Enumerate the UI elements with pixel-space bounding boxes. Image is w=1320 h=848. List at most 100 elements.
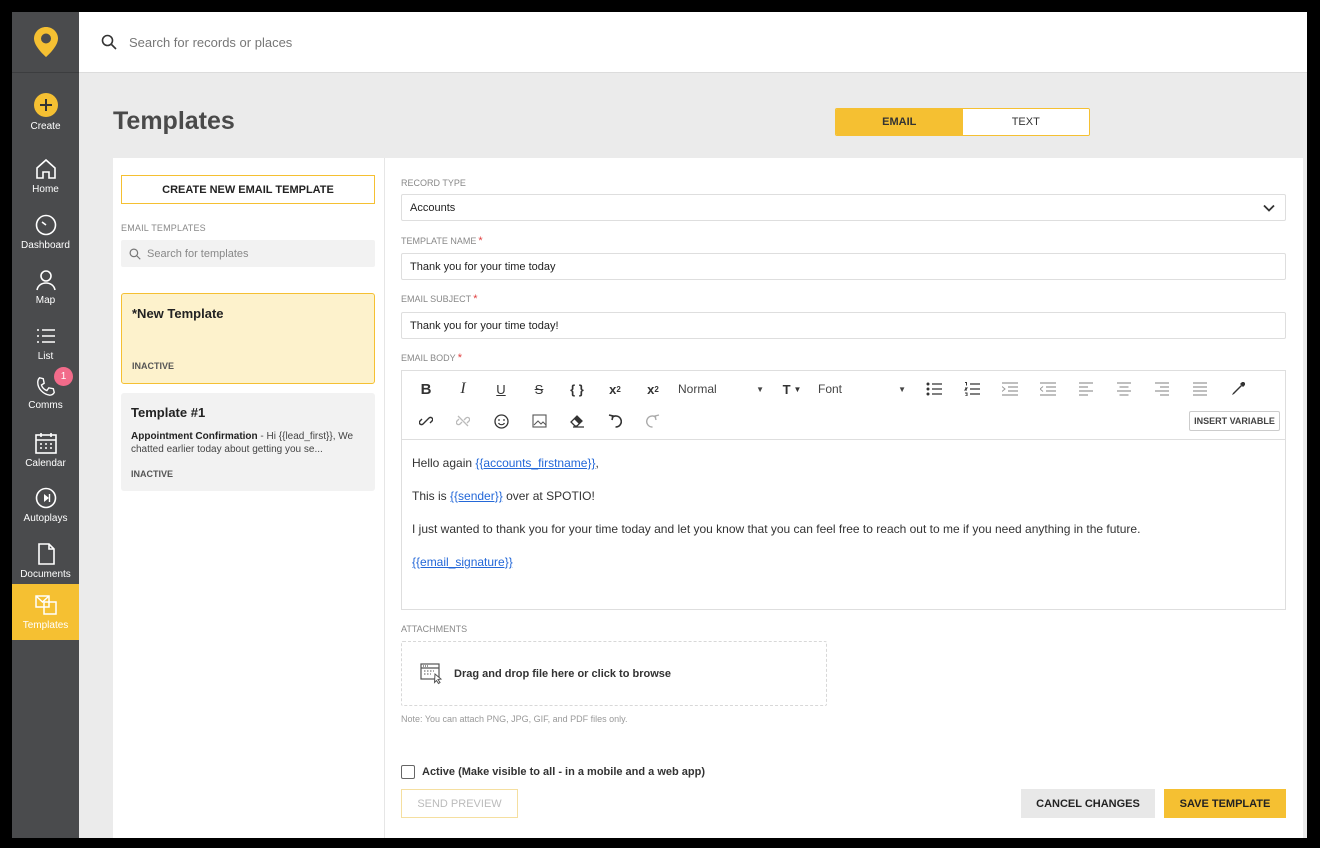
outdent-icon[interactable] (1034, 377, 1062, 401)
indent-icon[interactable] (996, 377, 1024, 401)
template-search-input[interactable] (147, 247, 367, 260)
nav-label: List (37, 351, 54, 362)
strikethrough-icon[interactable]: S (525, 377, 553, 401)
template-variable[interactable]: {{accounts_firstname}} (475, 456, 595, 470)
nav-map[interactable]: Map (12, 259, 79, 315)
numbered-list-icon[interactable] (958, 377, 986, 401)
calendar-icon (34, 433, 57, 454)
template-name-field[interactable] (401, 253, 1286, 280)
email-subject-label: EMAIL SUBJECT * (401, 293, 478, 305)
attachments-label: ATTACHMENTS (401, 624, 468, 634)
code-icon[interactable]: { } (563, 377, 591, 401)
nav-label: Home (32, 184, 59, 195)
email-subject-field[interactable] (401, 312, 1286, 339)
underline-icon[interactable]: U (487, 377, 515, 401)
italic-icon[interactable]: I (449, 377, 477, 401)
nav-label: Map (35, 295, 56, 306)
list-icon (36, 329, 55, 343)
text-color-icon[interactable]: T ▼ (774, 377, 810, 401)
nav-documents[interactable]: Documents (12, 533, 79, 589)
template-name-input[interactable] (410, 260, 1285, 273)
home-icon (35, 158, 56, 179)
nav-label: Comms (28, 400, 63, 411)
template-status: INACTIVE (132, 361, 175, 371)
align-right-icon[interactable] (1148, 377, 1176, 401)
active-checkbox[interactable] (401, 765, 415, 779)
cancel-changes-button[interactable]: CANCEL CHANGES (1021, 789, 1155, 818)
template-list-panel: CREATE NEW EMAIL TEMPLATE EMAIL TEMPLATE… (113, 158, 385, 838)
email-body-label: EMAIL BODY * (401, 352, 462, 364)
record-type-select[interactable]: Accounts (401, 194, 1286, 221)
nav-label: Calendar (25, 458, 66, 469)
text-size-select[interactable]: Normal ▼ (678, 377, 768, 401)
template-item[interactable]: *New Template INACTIVE (121, 293, 375, 384)
template-form: RECORD TYPE Accounts TEMPLATE NAME* EMAI… (401, 158, 1286, 838)
attachment-dropzone[interactable]: Drag and drop file here or click to brow… (401, 641, 827, 706)
tab-email[interactable]: EMAIL (836, 109, 963, 135)
font-select[interactable]: Font ▼ (818, 377, 910, 401)
redo-icon[interactable] (639, 409, 667, 433)
save-template-button[interactable]: SAVE TEMPLATE (1164, 789, 1286, 818)
global-search-input[interactable] (129, 34, 529, 50)
nav-calendar[interactable]: Calendar (12, 422, 79, 478)
undo-icon[interactable] (601, 409, 629, 433)
nav-dashboard[interactable]: Dashboard (12, 204, 79, 260)
nav-label: Dashboard (21, 240, 70, 251)
color-picker-icon[interactable] (1224, 377, 1252, 401)
link-icon[interactable] (412, 409, 440, 433)
nav-templates[interactable]: Templates (12, 584, 79, 640)
unlink-icon[interactable] (449, 409, 477, 433)
upload-window-icon (420, 662, 443, 684)
body-line: Hello again {{accounts_firstname}}, (412, 456, 599, 470)
create-template-button[interactable]: CREATE NEW EMAIL TEMPLATE (121, 175, 375, 204)
send-preview-button[interactable]: SEND PREVIEW (401, 789, 518, 818)
editor-content[interactable]: Hello again {{accounts_firstname}}, This… (402, 440, 1285, 604)
align-center-icon[interactable] (1110, 377, 1138, 401)
logo[interactable] (12, 12, 79, 73)
dropzone-text: Drag and drop file here or click to brow… (454, 667, 671, 680)
tab-text[interactable]: TEXT (962, 109, 1089, 135)
template-item[interactable]: Template #1 Appointment Confirmation - H… (121, 393, 375, 491)
eraser-icon[interactable] (563, 409, 591, 433)
email-subject-input[interactable] (410, 319, 1285, 332)
template-variable[interactable]: {{sender}} (450, 489, 503, 503)
superscript-icon[interactable]: x2 (601, 377, 629, 401)
nav-comms[interactable]: Comms 1 (12, 365, 79, 421)
active-label: Active (Make visible to all - in a mobil… (422, 766, 706, 778)
insert-variable-button[interactable]: INSERT VARIABLE (1189, 411, 1280, 431)
nav-label: Autoplays (23, 513, 68, 524)
nav-autoplays[interactable]: Autoplays (12, 477, 79, 533)
top-bar (79, 12, 1307, 73)
editor-toolbar: B I U S { } x2 x2 Normal ▼ T ▼ Font ▼ IN… (402, 371, 1285, 440)
gauge-icon (35, 214, 56, 236)
nav-label: Create (30, 121, 61, 132)
align-left-icon[interactable] (1072, 377, 1100, 401)
app-window: Create Home Dashboard Map List Comms 1 C… (12, 12, 1307, 838)
document-icon (37, 543, 55, 565)
template-variable[interactable]: {{email_signature}} (412, 555, 513, 569)
record-type-label: RECORD TYPE (401, 178, 466, 188)
nav-list[interactable]: List (12, 315, 79, 371)
template-status: INACTIVE (131, 469, 174, 479)
caret-down-icon: ▼ (756, 384, 764, 394)
person-pin-icon (35, 270, 56, 291)
caret-down-icon: ▼ (898, 384, 906, 394)
notification-badge: 1 (54, 367, 73, 386)
body-line: I just wanted to thank you for your time… (412, 522, 1141, 536)
template-search (121, 240, 375, 267)
nav-home[interactable]: Home (12, 148, 79, 204)
align-justify-icon[interactable] (1186, 377, 1214, 401)
subscript-icon[interactable]: x2 (639, 377, 667, 401)
templates-icon (34, 595, 57, 615)
nav-create[interactable]: Create (12, 84, 79, 140)
template-preview: Appointment Confirmation - Hi {{lead_fir… (131, 431, 354, 455)
image-icon[interactable] (525, 409, 553, 433)
active-toggle-row: Active (Make visible to all - in a mobil… (401, 765, 705, 779)
body-line: {{email_signature}} (412, 555, 1275, 569)
plus-icon (33, 93, 58, 117)
template-editor-card: CREATE NEW EMAIL TEMPLATE EMAIL TEMPLATE… (113, 158, 1303, 838)
bullet-list-icon[interactable] (920, 377, 948, 401)
bold-icon[interactable]: B (412, 377, 440, 401)
play-circle-icon (35, 487, 56, 509)
emoji-icon[interactable] (487, 409, 515, 433)
